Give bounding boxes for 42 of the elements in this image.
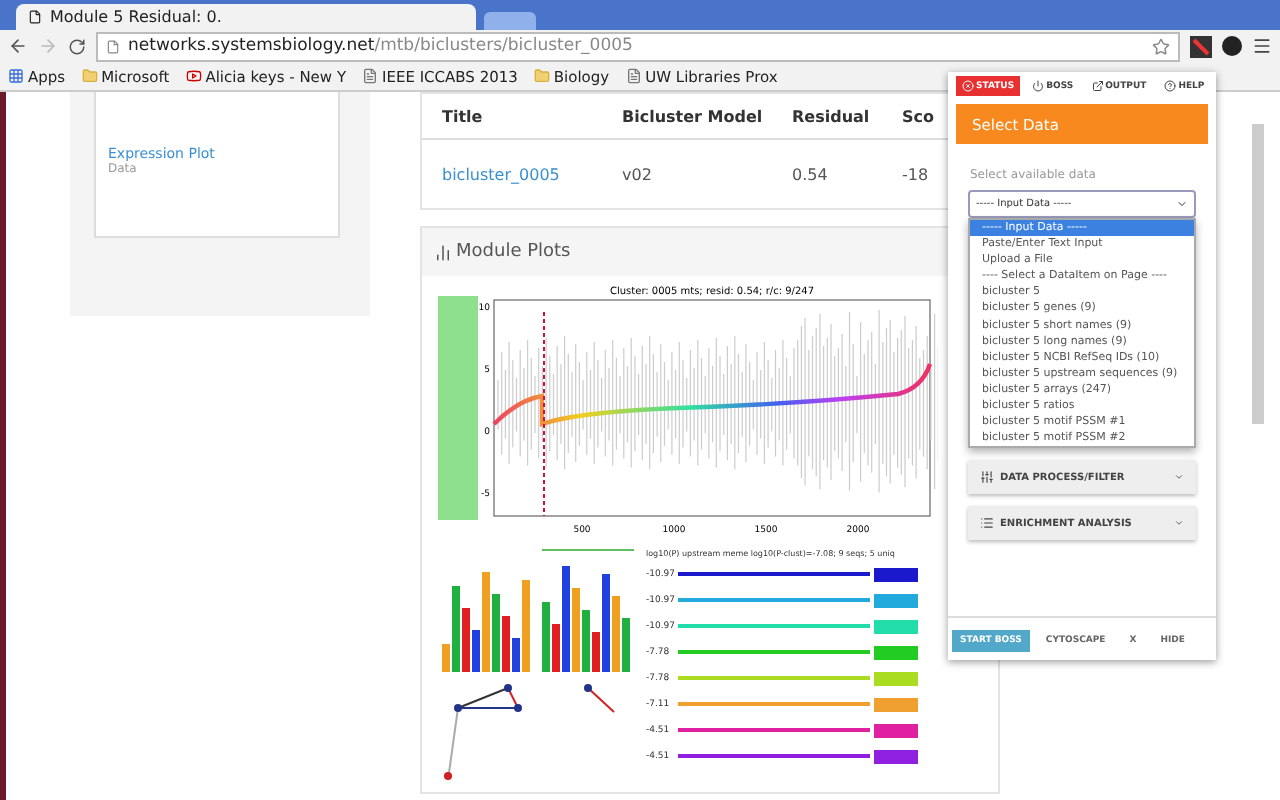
extension-icon[interactable]	[1222, 36, 1242, 56]
apps-grid-icon	[8, 68, 24, 84]
address-field[interactable]: networks.systemsbiology.net/mtb/biclusters/bicluster_0005	[96, 31, 1180, 61]
extension-icon[interactable]	[1190, 35, 1212, 57]
back-icon[interactable]	[8, 36, 28, 56]
list-icon	[980, 516, 994, 531]
folder-icon	[81, 68, 98, 84]
external-link-icon	[1091, 80, 1104, 92]
motif-color-box	[874, 593, 918, 607]
caret-icon	[1174, 518, 1184, 529]
panel-title: Module Plots	[456, 242, 571, 262]
motif-color-box	[874, 723, 918, 737]
caret-icon	[1174, 472, 1184, 483]
motif-color-box	[874, 645, 918, 659]
column-header: Sco	[902, 107, 936, 125]
page-icon	[106, 39, 120, 53]
scrollbar[interactable]	[1252, 124, 1264, 424]
help-icon	[1164, 80, 1177, 92]
motif-color-box	[874, 619, 918, 633]
table-cell-text: 0.54	[792, 165, 830, 183]
bookmark-star-icon[interactable]	[1152, 37, 1170, 55]
column-header: Title	[442, 107, 485, 125]
page-icon	[28, 10, 42, 24]
reload-icon[interactable]	[68, 37, 86, 55]
bar-chart-icon	[434, 243, 452, 261]
motif-color-box	[874, 749, 918, 763]
power-icon	[1032, 80, 1045, 92]
motif-color-box	[874, 567, 918, 581]
caret-icon	[1176, 198, 1188, 210]
motif-color-box	[874, 697, 918, 711]
page-icon	[625, 68, 642, 84]
table-cell-text: v02	[622, 165, 654, 183]
column-header: Residual	[792, 107, 872, 125]
column-header: Bicluster Model	[622, 107, 765, 125]
page-icon	[362, 68, 379, 84]
menu-icon[interactable]	[1252, 36, 1272, 56]
close-circle-icon	[962, 80, 974, 92]
folder-icon	[533, 68, 550, 84]
browser-tab[interactable]: Module 5 Residual: 0.	[16, 4, 476, 30]
video-icon	[185, 68, 202, 84]
motif-color-box	[874, 671, 918, 685]
sliders-icon	[980, 470, 994, 485]
